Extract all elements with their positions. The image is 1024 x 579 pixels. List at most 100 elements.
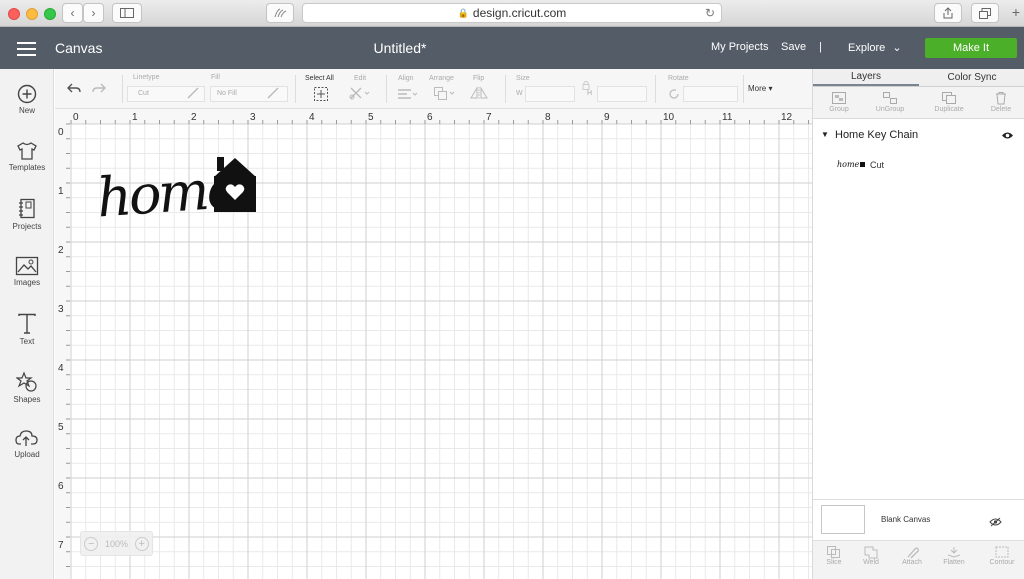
weld-button[interactable]: Weld (850, 545, 892, 566)
tshirt-icon (0, 141, 54, 161)
share-icon[interactable] (934, 3, 962, 23)
make-it-button[interactable]: Make It (925, 38, 1017, 58)
fill-pen-icon (266, 86, 280, 105)
tab-layers[interactable]: Layers (813, 69, 919, 86)
lock-aspect-icon[interactable] (581, 77, 591, 90)
width-label: W (516, 90, 523, 97)
slice-button[interactable]: Slice (813, 545, 855, 566)
group-button[interactable]: Group (813, 91, 865, 113)
toolbar-divider (295, 75, 296, 103)
sidebar-item-shapes[interactable]: Shapes (0, 371, 54, 404)
zoom-in-icon[interactable]: + (134, 536, 149, 551)
sidebar-item-label: Text (19, 337, 35, 346)
close-window-icon[interactable] (8, 8, 20, 20)
blank-canvas-swatch[interactable] (821, 505, 865, 534)
back-icon[interactable]: ‹ (62, 3, 83, 23)
sidebar-item-label: Upload (14, 450, 40, 459)
group-label: Group (829, 106, 849, 113)
caret-down-icon[interactable]: ▼ (821, 130, 829, 139)
ruler-y-label: 5 (58, 422, 64, 433)
cloud-upload-icon (0, 428, 54, 448)
delete-button[interactable]: Delete (975, 91, 1024, 113)
sidebar-item-templates[interactable]: Templates (0, 141, 54, 172)
sidebar-item-label: New (18, 106, 35, 115)
explore-dropdown[interactable]: Explore ⌄ (848, 41, 902, 54)
layer-group-row[interactable]: ▼ Home Key Chain (813, 126, 1024, 150)
contour-button[interactable]: Contour (981, 545, 1023, 566)
forward-icon[interactable]: › (83, 3, 104, 23)
rotate-input[interactable] (683, 86, 738, 102)
sidebar-icon[interactable] (112, 3, 142, 23)
attach-icon (891, 545, 933, 559)
toolbar-divider (743, 75, 744, 103)
flatten-label: Flatten (943, 559, 965, 566)
ruler-left (55, 109, 70, 579)
app-header: Canvas Untitled* My Projects Save | Expl… (0, 27, 1024, 69)
layer-item-label: Cut (870, 160, 885, 170)
linetype-value: Cut (138, 90, 149, 97)
attach-button[interactable]: Attach (891, 545, 933, 566)
blank-canvas-label: Blank Canvas (881, 515, 931, 524)
ruler-x-label: 9 (604, 112, 610, 123)
layer-thumbnail-text: home (837, 160, 860, 169)
height-input[interactable] (597, 86, 647, 102)
linetype-pen-icon (186, 86, 200, 105)
tab-color-sync[interactable]: Color Sync (919, 69, 1024, 86)
my-projects-link[interactable]: My Projects (711, 41, 768, 53)
select-all-icon[interactable] (313, 86, 329, 107)
flip-icon[interactable] (469, 86, 493, 105)
sidebar-item-projects[interactable]: Projects (0, 198, 54, 231)
reader-icon[interactable] (266, 3, 294, 23)
undo-icon[interactable] (66, 81, 82, 100)
eye-hidden-icon[interactable] (989, 514, 1002, 532)
layers-panel: Layers Color Sync Group UnGroup Duplicat… (812, 69, 1024, 579)
flip-label: Flip (473, 75, 485, 82)
save-button[interactable]: Save (781, 41, 806, 53)
sidebar-item-new[interactable]: New (0, 84, 54, 115)
redo-icon[interactable] (91, 81, 107, 100)
slice-label: Slice (826, 559, 842, 566)
ruler-top (55, 109, 812, 124)
tabs-icon[interactable] (971, 3, 999, 23)
url-text: design.cricut.com (472, 6, 567, 20)
ruler-x-label: 12 (781, 112, 793, 123)
eye-icon[interactable] (1001, 131, 1014, 143)
toolbar-divider (386, 75, 387, 103)
arrange-icon[interactable] (433, 86, 457, 105)
zoom-window-icon[interactable] (44, 8, 56, 20)
new-tab-icon[interactable]: + (1008, 4, 1024, 26)
address-bar[interactable]: 🔒 design.cricut.com ↻ (302, 3, 722, 23)
ruler-y-label: 4 (58, 363, 64, 374)
reload-icon[interactable]: ↻ (705, 6, 715, 20)
home-key-chain-design[interactable]: home (93, 145, 263, 229)
width-input[interactable] (525, 86, 575, 102)
edit-scissors-icon[interactable] (349, 86, 371, 105)
minimize-window-icon[interactable] (26, 8, 38, 20)
ungroup-button[interactable]: UnGroup (864, 91, 916, 113)
ruler-x-label: 2 (191, 112, 197, 123)
shapes-icon (0, 371, 54, 393)
ruler-y-label: 0 (58, 127, 64, 138)
align-label: Align (398, 75, 414, 82)
toolbar-divider (122, 75, 123, 103)
align-icon[interactable] (397, 87, 419, 105)
flatten-icon (933, 545, 975, 559)
text-icon (0, 313, 54, 335)
zoom-level: 100% (104, 538, 129, 549)
flatten-button[interactable]: Flatten (933, 545, 975, 566)
ruler-x-label: 4 (309, 112, 315, 123)
zoom-out-icon[interactable]: − (84, 536, 99, 551)
more-dropdown[interactable]: More ▾ (748, 84, 772, 93)
design-canvas[interactable]: 0 1 2 3 4 5 6 7 8 9 10 11 12 0 1 2 3 4 5 6 7 home − 100% + (55, 109, 812, 579)
layer-item-row[interactable]: home Cut (813, 155, 1024, 179)
duplicate-button[interactable]: Duplicate (923, 91, 975, 113)
sidebar-item-text[interactable]: Text (0, 313, 54, 346)
weld-label: Weld (863, 559, 879, 566)
slice-icon (813, 545, 855, 559)
sidebar-item-images[interactable]: Images (0, 256, 54, 287)
sidebar-item-upload[interactable]: Upload (0, 428, 54, 459)
blank-canvas-row[interactable]: Blank Canvas (813, 500, 1024, 540)
select-all-label: Select All (305, 75, 334, 82)
ruler-x-label: 6 (427, 112, 433, 123)
contour-label: Contour (989, 559, 1015, 566)
